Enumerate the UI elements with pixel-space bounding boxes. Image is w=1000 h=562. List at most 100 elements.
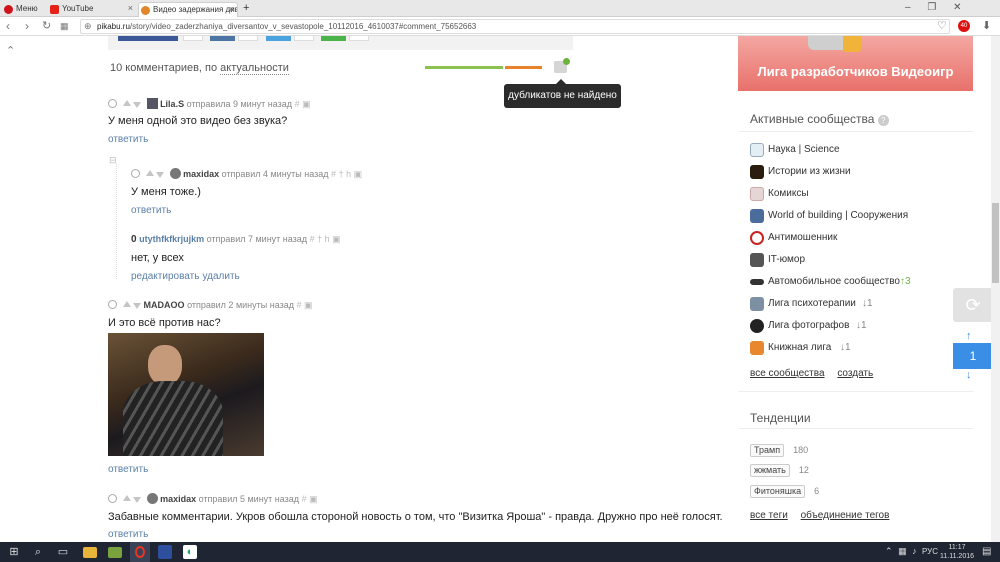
share-twitter-button[interactable]	[266, 36, 291, 41]
avatar[interactable]	[146, 493, 158, 504]
hash-icon[interactable]: #	[295, 99, 300, 109]
hash-icon[interactable]: #	[331, 169, 336, 179]
create-community-link[interactable]: создать	[837, 368, 873, 379]
media-player-icon[interactable]	[108, 547, 122, 558]
download-icon[interactable]: ⬇	[982, 19, 991, 33]
speed-dial-icon[interactable]: ▦	[60, 19, 69, 33]
refresh-comments-icon[interactable]: ⟳	[953, 288, 993, 322]
save-icon[interactable]: ▣	[354, 169, 363, 179]
share-button[interactable]	[183, 36, 203, 41]
reply-link[interactable]: ответить	[108, 529, 148, 540]
collapse-chevron-icon[interactable]: ⌃	[6, 44, 15, 57]
reply-link[interactable]: ответить	[108, 464, 148, 475]
url-field[interactable]: ⊕ pikabu.ru/story/video_zaderzhaniya_div…	[80, 19, 950, 34]
sort-link[interactable]: актуальности	[220, 62, 289, 75]
notifications-icon[interactable]: ▤	[982, 546, 991, 557]
adblock-badge[interactable]: 40	[958, 20, 970, 32]
hash-icon[interactable]: #	[297, 300, 302, 310]
dagger-icon[interactable]: †	[317, 234, 322, 244]
save-icon[interactable]: ▣	[304, 300, 313, 310]
all-communities-link[interactable]: все сообщества	[750, 368, 825, 379]
community-item[interactable]: Наука | Science	[750, 141, 940, 159]
tab-menu[interactable]: Меню	[2, 2, 46, 17]
username[interactable]: MADAOO	[144, 300, 185, 310]
explorer-icon[interactable]	[83, 547, 97, 558]
community-item[interactable]: Книжная лига ↓1	[750, 339, 940, 357]
close-window-icon[interactable]: ✕	[953, 2, 961, 13]
tag-link[interactable]: Фитоняшка	[750, 485, 806, 498]
scrollbar[interactable]	[991, 36, 1000, 542]
upvote-icon[interactable]	[122, 495, 131, 501]
share-button[interactable]	[238, 36, 258, 41]
username[interactable]: maxidax	[160, 494, 196, 504]
hash-icon[interactable]: #	[310, 234, 315, 244]
merge-tags-link[interactable]: объединение тегов	[801, 510, 890, 521]
reply-link[interactable]: ответить	[131, 205, 171, 216]
community-item[interactable]: Лига психотерапии ↓1	[750, 295, 940, 313]
tag-link[interactable]: жжмать	[750, 464, 790, 477]
help-icon[interactable]: ?	[877, 115, 889, 126]
scroll-up-icon[interactable]: ↑	[966, 330, 972, 342]
scrollbar-thumb[interactable]	[992, 203, 999, 283]
share-facebook-button[interactable]	[118, 36, 178, 41]
opera-taskbar-icon[interactable]	[130, 542, 150, 562]
close-tab-icon[interactable]: ×	[128, 2, 133, 15]
language-indicator[interactable]: РУС	[922, 547, 938, 556]
dagger-icon[interactable]: †	[339, 169, 344, 179]
share-whatsapp-button[interactable]	[321, 36, 346, 41]
volume-icon[interactable]: ♪	[912, 546, 917, 556]
username[interactable]: Lila.S	[160, 99, 184, 109]
avatar[interactable]	[169, 168, 181, 179]
save-icon[interactable]: ▣	[309, 494, 318, 504]
community-item[interactable]: IT-юмор	[750, 251, 940, 269]
downvote-icon[interactable]	[156, 172, 165, 178]
all-tags-link[interactable]: все теги	[750, 510, 788, 521]
network-icon[interactable]: ▦	[898, 546, 907, 556]
downvote-icon[interactable]	[133, 303, 142, 309]
reload-icon[interactable]: ↻	[42, 19, 51, 33]
downvote-icon[interactable]	[133, 102, 142, 108]
page-indicator[interactable]: 1	[953, 343, 993, 369]
save-app-icon[interactable]	[158, 545, 172, 559]
clock[interactable]: 11:17 11.11.2016	[940, 543, 974, 561]
maximize-icon[interactable]: ❐	[927, 2, 936, 13]
username[interactable]: maxidax	[183, 169, 219, 179]
edit-link[interactable]: редактировать	[131, 271, 199, 282]
chevron-up-icon[interactable]: ⌃	[885, 546, 893, 556]
forward-icon[interactable]: ›	[25, 19, 29, 33]
upvote-icon[interactable]	[122, 100, 131, 106]
back-icon[interactable]: ‹	[6, 19, 10, 33]
task-view-icon[interactable]: ▭	[56, 545, 70, 559]
upvote-icon[interactable]	[145, 170, 154, 176]
windows-start-icon[interactable]: ⊞	[7, 545, 21, 559]
share-vk-button[interactable]	[210, 36, 235, 41]
community-item[interactable]: World of building | Сооружения	[750, 207, 940, 225]
community-item[interactable]: Комиксы	[750, 185, 940, 203]
upvote-icon[interactable]	[122, 301, 131, 307]
downvote-icon[interactable]	[133, 497, 142, 503]
community-item[interactable]: Истории из жизни	[750, 163, 940, 181]
delete-link[interactable]: удалить	[202, 271, 239, 282]
community-item[interactable]: Лига фотографов ↓1	[750, 317, 940, 335]
hash-icon[interactable]: #	[302, 494, 307, 504]
community-item[interactable]: Антимошенник	[750, 229, 940, 247]
avatar[interactable]	[146, 98, 158, 109]
branch-icon[interactable]: h	[325, 234, 330, 244]
share-button[interactable]	[294, 36, 314, 41]
heart-icon[interactable]: ♡	[937, 19, 947, 33]
share-button[interactable]	[349, 36, 369, 41]
search-icon[interactable]: ⌕	[31, 545, 45, 559]
comment-image[interactable]	[108, 333, 264, 456]
minimize-icon[interactable]: –	[905, 2, 911, 13]
tab-youtube[interactable]: YouTube ×	[48, 2, 136, 17]
tag-link[interactable]: Трамп	[750, 444, 785, 457]
reply-link[interactable]: ответить	[108, 134, 148, 145]
username[interactable]: utythfkfkrjujkm	[139, 234, 204, 244]
tab-active[interactable]: Видео задержания дивер ×	[138, 2, 238, 17]
community-item[interactable]: Автомобильное сообщество ↑3	[750, 273, 940, 291]
branch-icon[interactable]: h	[346, 169, 351, 179]
app-icon[interactable]: ◐	[183, 545, 197, 559]
save-icon[interactable]: ▣	[332, 234, 341, 244]
new-tab-button[interactable]: +	[240, 2, 254, 17]
promo-banner[interactable]: Лига разработчиков Видеоигр	[738, 36, 973, 91]
